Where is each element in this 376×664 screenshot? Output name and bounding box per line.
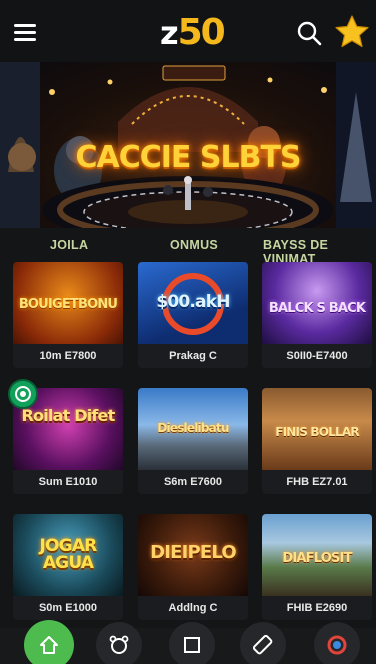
app-header: z 50 xyxy=(0,0,376,62)
tab-category-2[interactable]: ONMUS xyxy=(170,238,218,252)
game-tile-2[interactable]: $00.akH Prakag C xyxy=(138,262,248,368)
bear-icon xyxy=(109,635,129,654)
game-caption-8: Addlng C xyxy=(138,596,248,620)
game-art-3: BALCK S BACK xyxy=(262,262,372,344)
home-icon xyxy=(40,636,58,654)
game-art-title-2: $00.akH xyxy=(156,292,230,312)
game-caption-9: FHIB E2690 xyxy=(262,596,372,620)
logo-z: z xyxy=(160,14,179,52)
brand-logo[interactable]: z 50 xyxy=(160,12,226,53)
square-icon xyxy=(184,637,200,653)
game-caption-5: S6m E7600 xyxy=(138,470,248,494)
menu-icon[interactable] xyxy=(14,24,36,41)
bottom-navigation xyxy=(0,620,376,664)
game-caption-6: FHB EZ7.01 xyxy=(262,470,372,494)
game-art-title-1: BOUIGETBONU xyxy=(18,297,118,312)
game-tile-6[interactable]: FINIS BOLLAR FHB EZ7.01 xyxy=(262,388,372,494)
game-art-title-9: DIAFLOSIT xyxy=(282,551,352,566)
nav-chip-button[interactable] xyxy=(314,622,360,664)
game-art-title-3: BALCK S BACK xyxy=(268,301,366,316)
nav-bear-button[interactable] xyxy=(96,622,142,664)
chat-support-button[interactable] xyxy=(8,379,38,409)
game-tile-5[interactable]: Dieslelibatu S6m E7600 xyxy=(138,388,248,494)
game-art-9: DIAFLOSIT xyxy=(262,514,372,596)
game-art-8: DIEIPELO xyxy=(138,514,248,596)
game-tile-1[interactable]: BOUIGETBONU 10m E7800 xyxy=(13,262,123,368)
game-art-6: FINIS BOLLAR xyxy=(262,388,372,470)
game-caption-2: Prakag C xyxy=(138,344,248,368)
game-art-7: JOGAR AGUA xyxy=(13,514,123,596)
game-art-1: BOUIGETBONU xyxy=(13,262,123,344)
game-caption-4: Sum E1010 xyxy=(13,470,123,494)
game-caption-3: S0II0-E7400 xyxy=(262,344,372,368)
game-art-title-5: Dieslelibatu xyxy=(157,421,229,435)
game-tile-9[interactable]: DIAFLOSIT FHIB E2690 xyxy=(262,514,372,620)
game-art-title-7: JOGAR AGUA xyxy=(39,536,98,573)
hero-title: CACCIE SLBTS xyxy=(75,140,301,175)
game-tile-3[interactable]: BALCK S BACK S0II0-E7400 xyxy=(262,262,372,368)
game-art-title-8: DIEIPELO xyxy=(150,542,237,563)
logo-50: 50 xyxy=(177,12,226,53)
game-art-5: Dieslelibatu xyxy=(138,388,248,470)
search-icon[interactable] xyxy=(296,20,322,46)
game-art-2: $00.akH xyxy=(138,262,248,344)
nav-home-button[interactable] xyxy=(24,620,74,664)
tab-category-1[interactable]: JOILA xyxy=(50,238,88,252)
star-icon[interactable] xyxy=(334,14,370,50)
game-tile-7[interactable]: JOGAR AGUA S0m E1000 xyxy=(13,514,123,620)
chip-icon xyxy=(327,635,347,655)
nav-square-button[interactable] xyxy=(169,622,215,664)
game-caption-1: 10m E7800 xyxy=(13,344,123,368)
nav-ticket-button[interactable] xyxy=(240,622,286,664)
game-caption-7: S0m E1000 xyxy=(13,596,123,620)
game-art-title-4: Roilat Difet xyxy=(21,406,116,425)
ticket-icon xyxy=(252,634,273,655)
hero-banner[interactable]: CACCIE SLBTS xyxy=(0,62,376,228)
game-art-title-6: FINIS BOLLAR xyxy=(275,425,359,439)
chat-icon xyxy=(15,386,31,402)
category-tabs: JOILA ONMUS BAYSS DE VINIMAT xyxy=(0,230,376,266)
game-tile-8[interactable]: DIEIPELO Addlng C xyxy=(138,514,248,620)
